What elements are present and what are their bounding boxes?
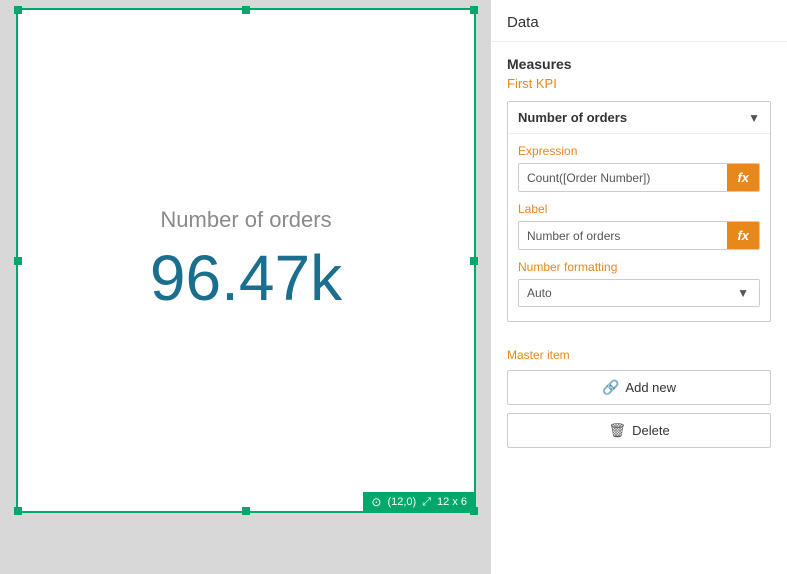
- widget-position: (12,0): [387, 496, 416, 508]
- number-formatting-select[interactable]: Auto Number Money Date: [519, 280, 727, 306]
- add-new-label: Add new: [625, 380, 676, 395]
- handle-top-right[interactable]: [470, 6, 478, 14]
- trash-icon: 🗑: [608, 422, 626, 439]
- label-field-label: Label: [518, 202, 760, 216]
- handle-top-left[interactable]: [14, 6, 22, 14]
- link-icon: 🔗: [602, 379, 619, 396]
- handle-mid-right[interactable]: [470, 257, 478, 265]
- expression-label: Expression: [518, 144, 760, 158]
- accordion-label: Number of orders: [518, 110, 627, 125]
- resize-icon: ⤢: [422, 496, 431, 509]
- delete-label: Delete: [632, 423, 670, 438]
- widget-value: 96.47k: [150, 241, 342, 315]
- widget-label: Number of orders: [160, 207, 331, 233]
- expression-input-row: fx: [518, 163, 760, 192]
- expression-fx-button[interactable]: fx: [727, 164, 759, 191]
- accordion-body: Expression fx Label fx Number formatting…: [508, 133, 770, 321]
- panel-header: Data: [491, 0, 787, 42]
- add-new-button[interactable]: 🔗 Add new: [507, 370, 771, 405]
- label-input[interactable]: [519, 223, 727, 249]
- target-icon: ⊙: [371, 495, 381, 509]
- expression-input[interactable]: [519, 165, 727, 191]
- label-input-row: fx: [518, 221, 760, 250]
- canvas-area: Number of orders 96.47k ⊙ (12,0) ⤢ 12 x …: [0, 0, 490, 574]
- chevron-down-icon: ▼: [748, 111, 760, 125]
- dropdown-arrow-icon: ▼: [727, 280, 759, 306]
- number-formatting-label: Number formatting: [518, 260, 760, 274]
- label-fx-button[interactable]: fx: [727, 222, 759, 249]
- handle-top-center[interactable]: [242, 6, 250, 14]
- handle-bot-left[interactable]: [14, 507, 22, 515]
- widget-container[interactable]: Number of orders 96.47k ⊙ (12,0) ⤢ 12 x …: [16, 8, 476, 513]
- master-item-section: Master item 🔗 Add new 🗑 Delete: [491, 334, 787, 462]
- widget-statusbar: ⊙ (12,0) ⤢ 12 x 6: [363, 492, 475, 512]
- measures-accordion[interactable]: Number of orders ▼ Expression fx Label f…: [507, 101, 771, 322]
- handle-bot-center[interactable]: [242, 507, 250, 515]
- number-formatting-select-row: Auto Number Money Date ▼: [518, 279, 760, 307]
- right-panel: Data Measures First KPI Number of orders…: [490, 0, 787, 574]
- accordion-header[interactable]: Number of orders ▼: [508, 102, 770, 133]
- master-item-label: Master item: [507, 348, 771, 362]
- delete-button[interactable]: 🗑 Delete: [507, 413, 771, 448]
- measures-title: Measures: [507, 56, 771, 72]
- handle-mid-left[interactable]: [14, 257, 22, 265]
- measures-subtitle: First KPI: [507, 76, 771, 91]
- measures-section: Measures First KPI Number of orders ▼ Ex…: [491, 42, 787, 334]
- widget-size: 12 x 6: [437, 496, 467, 508]
- handle-bot-right[interactable]: [470, 507, 478, 515]
